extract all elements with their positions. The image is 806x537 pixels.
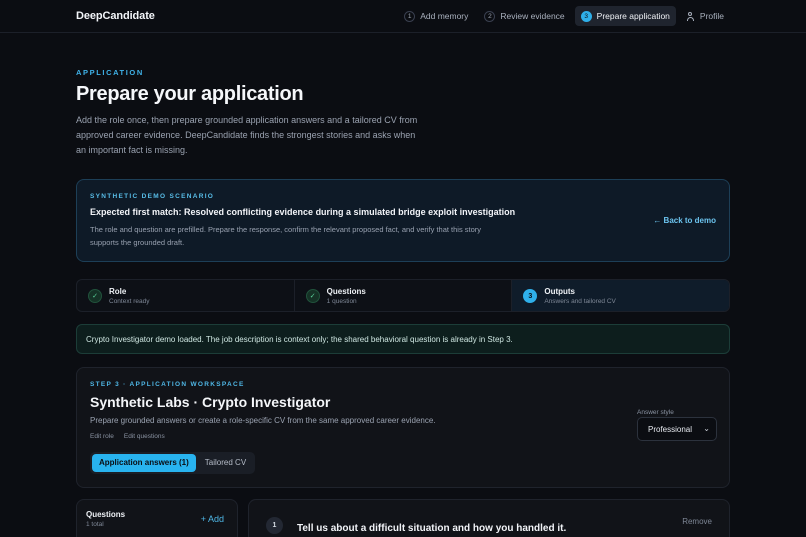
tab-application-answers[interactable]: Application answers (1) bbox=[92, 454, 196, 472]
answer-style-select[interactable]: Professional ⌄ bbox=[637, 417, 717, 441]
step-sublabel: Answers and tailored CV bbox=[544, 298, 616, 305]
step-label: Questions bbox=[326, 287, 366, 296]
workspace-tag: STEP 3 · APPLICATION WORKSPACE bbox=[90, 381, 245, 388]
step-number-badge: 2 bbox=[484, 10, 496, 22]
main-nav: 1 Add memory 2 Review evidence 3 Prepare… bbox=[398, 6, 730, 26]
check-icon: ✓ bbox=[305, 289, 320, 303]
scenario-body: The role and question are prefilled. Pre… bbox=[90, 225, 482, 247]
step-questions[interactable]: ✓ Questions 1 question bbox=[295, 280, 513, 311]
page-title: Prepare your application bbox=[76, 83, 304, 105]
back-to-demo-link[interactable]: ← Back to demo bbox=[653, 216, 716, 225]
add-question-button[interactable]: + Add bbox=[201, 514, 224, 524]
step-sublabel: 1 question bbox=[326, 298, 357, 305]
nav-label: Add memory bbox=[420, 11, 469, 21]
output-tabs: Application answers (1) Tailored CV bbox=[90, 452, 256, 474]
nav-add-memory[interactable]: 1 Add memory bbox=[398, 6, 474, 26]
nav-label: Profile bbox=[699, 11, 724, 21]
nav-review-evidence[interactable]: 2 Review evidence bbox=[478, 6, 570, 26]
questions-heading: Questions bbox=[86, 510, 126, 519]
person-icon bbox=[686, 11, 695, 21]
brand-logo[interactable]: DeepCandidate bbox=[76, 10, 155, 22]
page-intro: Add the role once, then prepare grounded… bbox=[76, 115, 418, 155]
questions-count: 1 total bbox=[86, 521, 104, 528]
scenario-tag: SYNTHETIC DEMO SCENARIO bbox=[90, 193, 215, 200]
step-number-badge: 3 bbox=[523, 289, 538, 303]
page-eyebrow: APPLICATION bbox=[76, 68, 144, 77]
question-number-badge: 1 bbox=[266, 517, 283, 534]
edit-role-link[interactable]: Edit role bbox=[90, 433, 114, 440]
edit-links: Edit role Edit questions bbox=[90, 433, 165, 440]
demo-scenario-card: SYNTHETIC DEMO SCENARIO Expected first m… bbox=[76, 179, 730, 262]
tab-tailored-cv[interactable]: Tailored CV bbox=[198, 454, 253, 472]
step-label: Outputs bbox=[544, 287, 576, 296]
answer-panel: 1 Tell us about a difficult situation an… bbox=[248, 499, 730, 537]
step-role[interactable]: ✓ Role Context ready bbox=[77, 280, 295, 311]
step-sublabel: Context ready bbox=[109, 298, 150, 305]
workspace-title: Synthetic Labs · Crypto Investigator bbox=[90, 394, 331, 410]
nav-profile[interactable]: Profile bbox=[680, 6, 730, 26]
questions-panel: Questions 1 total + Add bbox=[76, 499, 238, 537]
workspace-description: Prepare grounded answers or create a rol… bbox=[90, 416, 436, 425]
question-text: Tell us about a difficult situation and … bbox=[297, 523, 567, 534]
edit-questions-link[interactable]: Edit questions bbox=[124, 433, 165, 440]
remove-question-button[interactable]: Remove bbox=[682, 517, 712, 526]
top-navbar: DeepCandidate 1 Add memory 2 Review evid… bbox=[0, 0, 806, 33]
answer-style-value: Professional bbox=[648, 425, 693, 434]
step-outputs[interactable]: 3 Outputs Answers and tailored CV bbox=[512, 280, 729, 311]
step-number-badge: 1 bbox=[404, 10, 416, 22]
nav-label: Review evidence bbox=[500, 11, 565, 21]
check-icon: ✓ bbox=[88, 289, 102, 303]
chevron-down-icon: ⌄ bbox=[703, 424, 710, 433]
answer-style-label: Answer style bbox=[637, 409, 674, 416]
progress-stepper: ✓ Role Context ready ✓ Questions 1 quest… bbox=[76, 279, 730, 312]
nav-prepare-application[interactable]: 3 Prepare application bbox=[574, 6, 676, 26]
step-number-badge: 3 bbox=[580, 10, 592, 22]
step-label: Role bbox=[109, 287, 127, 296]
nav-label: Prepare application bbox=[596, 11, 670, 21]
demo-loaded-alert: Crypto Investigator demo loaded. The job… bbox=[76, 324, 730, 354]
application-workspace-card: STEP 3 · APPLICATION WORKSPACE Synthetic… bbox=[76, 367, 730, 488]
scenario-heading: Expected first match: Resolved conflicti… bbox=[90, 207, 516, 217]
